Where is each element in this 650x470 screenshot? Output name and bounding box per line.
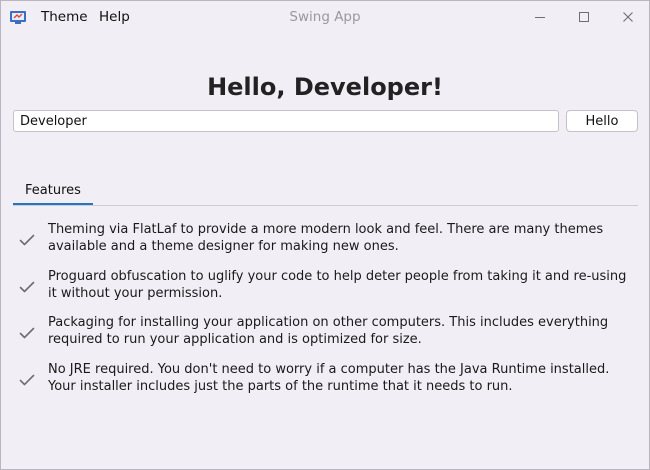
tab-strip: Features <box>13 177 638 206</box>
close-icon <box>623 12 633 22</box>
app-window: Theme Help Swing App Hello, Developer! H… <box>0 0 650 470</box>
check-icon <box>19 281 35 292</box>
minimize-button[interactable] <box>523 5 557 29</box>
feature-item: Packaging for installing your applicatio… <box>13 314 638 361</box>
hello-button[interactable]: Hello <box>566 110 638 132</box>
check-icon <box>19 234 35 246</box>
feature-text: Packaging for installing your applicatio… <box>48 315 609 347</box>
close-button[interactable] <box>611 5 645 29</box>
greeting-heading: Hello, Developer! <box>207 73 443 101</box>
feature-item: Theming via FlatLaf to provide a more mo… <box>13 221 638 268</box>
maximize-icon <box>579 12 589 22</box>
feature-list: Theming via FlatLaf to provide a more mo… <box>13 221 638 407</box>
tab-features[interactable]: Features <box>13 177 93 205</box>
title-bar[interactable]: Theme Help Swing App <box>1 1 649 33</box>
feature-text: No JRE required. You don't need to worry… <box>48 361 610 394</box>
feature-item: No JRE required. You don't need to worry… <box>13 361 638 408</box>
minimize-icon <box>535 17 545 18</box>
feature-text: Theming via FlatLaf to provide a more mo… <box>48 222 604 254</box>
name-input[interactable] <box>13 110 559 132</box>
maximize-button[interactable] <box>567 5 601 29</box>
check-icon <box>19 327 35 339</box>
feature-text: Proguard obfuscation to uglify your code… <box>48 268 627 301</box>
feature-item: Proguard obfuscation to uglify your code… <box>13 268 638 315</box>
check-icon <box>19 374 35 385</box>
